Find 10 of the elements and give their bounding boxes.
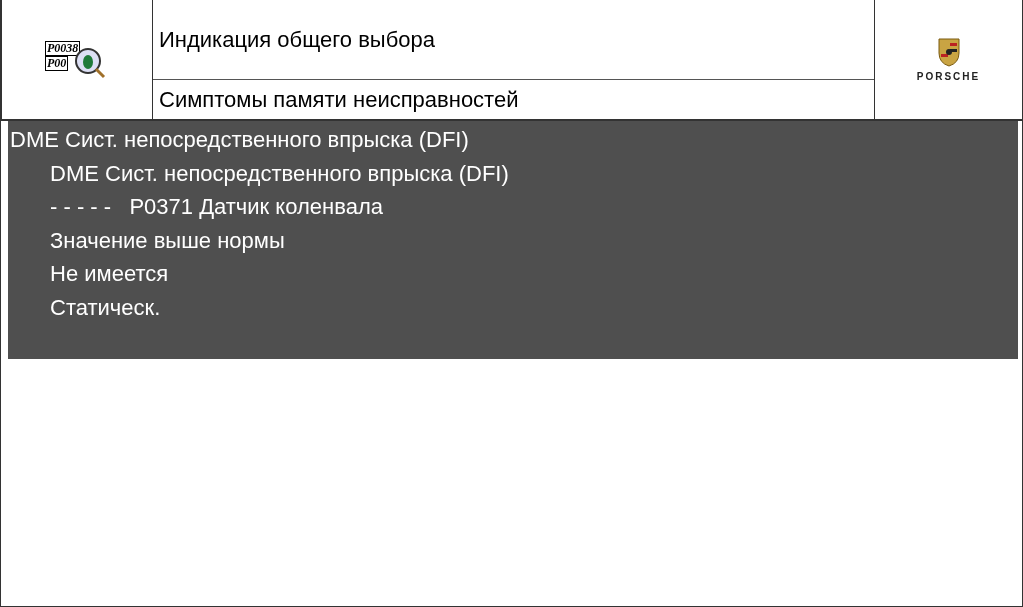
- page-title: Индикация общего выбора: [153, 0, 874, 80]
- page-subtitle: Симптомы памяти неисправностей: [158, 85, 520, 114]
- tree-item[interactable]: DME Сист. непосредственного впрыска (DFI): [8, 123, 1018, 157]
- tree-item[interactable]: Не имеется: [8, 257, 1018, 291]
- tree-item[interactable]: Статическ.: [8, 290, 1018, 324]
- tree-item[interactable]: DME Сист. непосредственного впрыска (DFI): [8, 156, 1018, 190]
- crest-icon: [936, 37, 961, 67]
- tree-item[interactable]: Значение выше нормы: [8, 223, 1018, 257]
- brand-wordmark: PORSCHE: [916, 71, 981, 82]
- tree-item[interactable]: - - - - - P0371 Датчик коленвала: [8, 190, 1018, 224]
